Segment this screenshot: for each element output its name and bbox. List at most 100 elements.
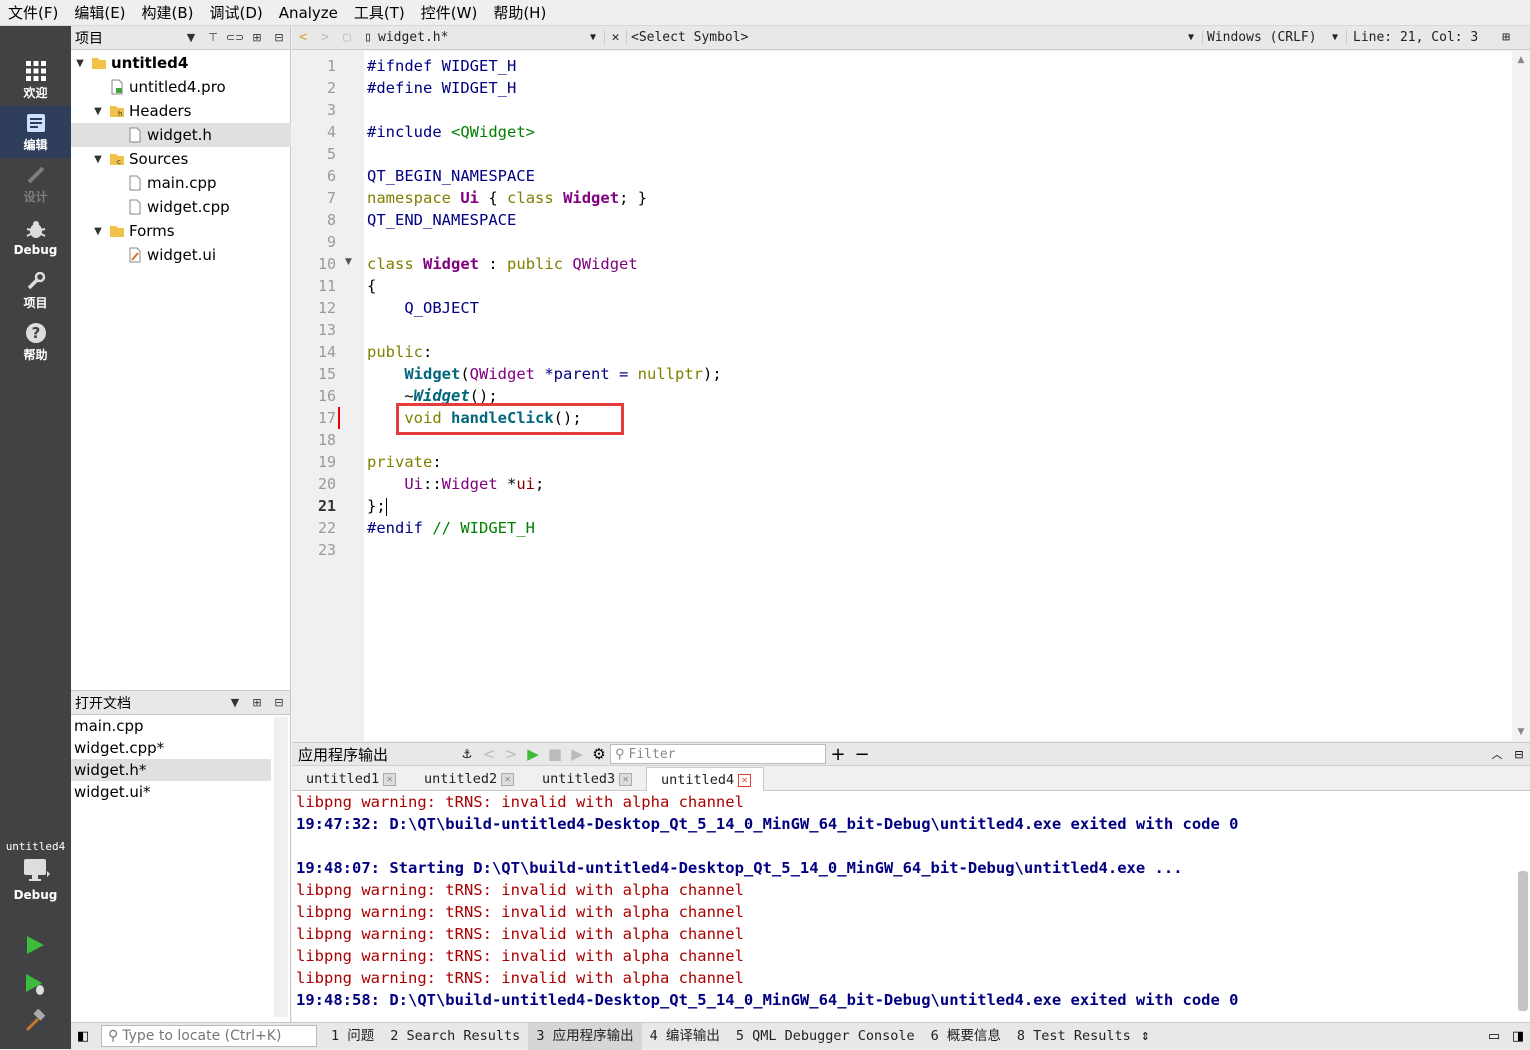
close-pane-icon[interactable]: ⊟	[1508, 748, 1530, 761]
stop-button[interactable]: ■	[544, 745, 566, 763]
mode-design[interactable]: 设计	[0, 158, 71, 210]
output-tab-untitled4[interactable]: untitled4 ✕	[646, 767, 764, 791]
zoom-out-icon[interactable]: −	[850, 744, 874, 765]
locator-input[interactable]: ⚲ Type to locate (Ctrl+K)	[101, 1025, 317, 1047]
forward-arrow-icon[interactable]: >	[314, 30, 336, 45]
pane-compile-output[interactable]: 4 编译输出	[642, 1023, 728, 1050]
chevron-down-icon[interactable]: ▼	[73, 58, 87, 69]
run-debug-icon[interactable]: ▶	[566, 745, 588, 763]
output-tabs: untitled1 ✕ untitled2 ✕ untitled3 ✕ untitle…	[292, 767, 1530, 791]
file-combo-dropdown-icon[interactable]: ▼	[590, 32, 604, 43]
tree-sources-folder[interactable]: ▼ c Sources	[71, 147, 291, 171]
chevron-down-icon[interactable]: ▼	[91, 154, 105, 165]
headers-folder-icon: h	[109, 103, 125, 119]
back-arrow-icon[interactable]: <	[292, 30, 314, 45]
output-tab-untitled3[interactable]: untitled3 ✕	[528, 767, 646, 791]
menu-edit[interactable]: 编辑(E)	[66, 0, 133, 26]
output-line: libpng warning: tRNS: invalid with alpha…	[296, 903, 744, 921]
line-ending-combo[interactable]: Windows (CRLF)	[1202, 30, 1332, 45]
output-tab-untitled1[interactable]: untitled1 ✕	[292, 767, 410, 791]
mode-edit[interactable]: 编辑	[0, 106, 71, 158]
open-doc-item[interactable]: main.cpp	[71, 715, 271, 737]
run-output-button[interactable]: ▶	[522, 745, 544, 763]
line-ending-dropdown-icon[interactable]: ▼	[1332, 32, 1346, 43]
split-icon[interactable]: ⊞	[246, 31, 268, 44]
project-panel-toolbar: 项目 ▼ ⊤ ⊂⊃ ⊞ ⊟	[71, 26, 290, 50]
chevron-down-icon[interactable]: ▼	[91, 226, 105, 237]
mode-projects[interactable]: 项目	[0, 264, 71, 316]
progress-toggle-icon[interactable]: ▭	[1482, 1029, 1506, 1044]
tree-forms-folder[interactable]: ▼ Forms	[71, 219, 291, 243]
tree-item-widget-h[interactable]: widget.h	[71, 123, 291, 147]
zoom-in-icon[interactable]: +	[826, 744, 850, 765]
menu-file[interactable]: 文件(F)	[0, 0, 66, 26]
close-tab-icon[interactable]: ✕	[738, 773, 752, 787]
mode-help[interactable]: ? 帮助	[0, 316, 71, 368]
close-file-icon[interactable]: ✕	[604, 30, 626, 45]
application-output[interactable]: libpng warning: tRNS: invalid with alpha…	[292, 791, 1530, 1022]
mode-debug[interactable]: Debug	[0, 212, 71, 264]
pane-test-results[interactable]: 8 Test Results	[1009, 1023, 1139, 1050]
split-icon[interactable]: ⊞	[246, 696, 268, 709]
more-panes-icon[interactable]: ⇕	[1141, 1030, 1150, 1043]
editor-scrollbar[interactable]: ▲ ▼	[1512, 51, 1530, 741]
menu-analyze[interactable]: Analyze	[271, 0, 346, 26]
output-tab-untitled2[interactable]: untitled2 ✕	[410, 767, 528, 791]
mode-welcome[interactable]: 欢迎	[0, 54, 71, 106]
run-button[interactable]	[20, 930, 50, 960]
filter-input[interactable]: ⚲ Filter	[610, 744, 826, 764]
pane-qml-debugger[interactable]: 5 QML Debugger Console	[728, 1023, 923, 1050]
symbol-combo[interactable]: <Select Symbol>	[626, 30, 1188, 45]
build-button[interactable]	[20, 1006, 50, 1036]
next-arrow-icon[interactable]: >	[500, 745, 522, 763]
filter-icon[interactable]: ⊤	[202, 31, 224, 44]
split-editor-icon[interactable]: ⊞	[1496, 30, 1516, 45]
attach-icon[interactable]: ⚓	[456, 747, 478, 761]
open-doc-item[interactable]: widget.ui*	[71, 781, 271, 803]
menu-controls[interactable]: 控件(W)	[413, 0, 486, 26]
dropdown-arrow-icon[interactable]: ▼	[224, 696, 246, 709]
close-tab-icon[interactable]: ✕	[619, 772, 633, 786]
toggle-sidebar-icon[interactable]: ◧	[77, 1029, 89, 1044]
project-panel-title[interactable]: 项目	[75, 28, 180, 48]
close-panel-icon[interactable]: ⊟	[268, 31, 290, 44]
open-documents-title[interactable]: 打开文档	[75, 693, 224, 713]
open-doc-item[interactable]: widget.cpp*	[71, 737, 271, 759]
toggle-right-sidebar-icon[interactable]: ◨	[1506, 1029, 1530, 1044]
menu-debug[interactable]: 调试(D)	[202, 0, 271, 26]
open-documents-scrollbar[interactable]	[274, 717, 288, 1017]
debug-run-button[interactable]	[20, 969, 50, 999]
pane-general-messages[interactable]: 6 概要信息	[923, 1023, 1009, 1050]
tree-item-main-cpp[interactable]: main.cpp	[71, 171, 291, 195]
tree-project-root[interactable]: ▼ untitled4	[71, 51, 291, 75]
menu-build[interactable]: 构建(B)	[134, 0, 202, 26]
link-icon[interactable]: ⊂⊃	[224, 31, 246, 44]
close-tab-icon[interactable]: ✕	[501, 772, 515, 786]
cursor-position[interactable]: Line: 21, Col: 3	[1346, 30, 1496, 45]
symbol-dropdown-icon[interactable]: ▼	[1188, 32, 1202, 43]
prev-arrow-icon[interactable]: <	[478, 745, 500, 763]
output-scrollbar[interactable]	[1518, 871, 1528, 1011]
editor-file-combo[interactable]: widget.h*	[378, 30, 590, 45]
fold-marker-icon[interactable]: ▼	[345, 257, 352, 267]
maximize-pane-icon[interactable]: ︿	[1486, 746, 1508, 762]
scroll-up-icon[interactable]: ▲	[1512, 55, 1530, 65]
open-doc-item[interactable]: widget.h*	[71, 759, 271, 781]
code-editor[interactable]: 1 2 3 4 5 6 7 8 9 10 11 12 13 14 15 16 1…	[292, 51, 1530, 741]
menu-help[interactable]: 帮助(H)	[485, 0, 554, 26]
settings-gear-icon[interactable]: ⚙	[588, 745, 610, 763]
tree-headers-folder[interactable]: ▼ h Headers	[71, 99, 291, 123]
scroll-down-icon[interactable]: ▼	[1512, 727, 1530, 737]
close-panel-icon[interactable]: ⊟	[268, 696, 290, 709]
tree-item-widget-ui[interactable]: widget.ui	[71, 243, 291, 267]
tree-item-pro[interactable]: untitled4.pro	[71, 75, 291, 99]
dropdown-arrow-icon[interactable]: ▼	[180, 31, 202, 44]
close-tab-icon[interactable]: ✕	[383, 772, 397, 786]
pane-search-results[interactable]: 2 Search Results	[382, 1023, 528, 1050]
tree-item-widget-cpp[interactable]: widget.cpp	[71, 195, 291, 219]
menu-tools[interactable]: 工具(T)	[346, 0, 413, 26]
chevron-down-icon[interactable]: ▼	[91, 106, 105, 117]
pane-application-output[interactable]: 3 应用程序输出	[528, 1022, 642, 1050]
pane-issues[interactable]: 1 问题	[323, 1023, 382, 1050]
kit-selector[interactable]: untitled4 Debug	[0, 834, 71, 912]
